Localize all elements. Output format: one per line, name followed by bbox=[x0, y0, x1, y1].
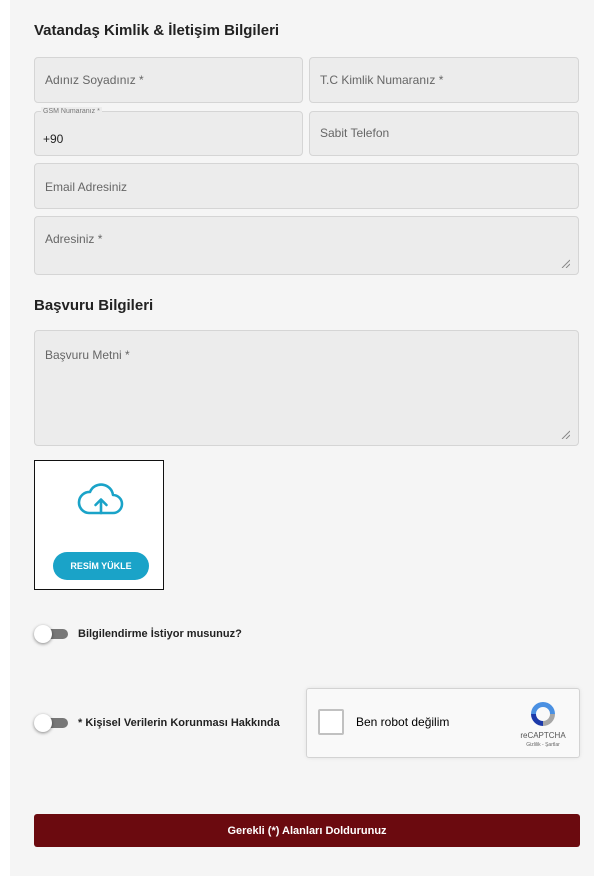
gsm-input[interactable]: GSM Numaranız * +90 bbox=[34, 107, 303, 156]
application-text-placeholder: Başvuru Metni * bbox=[45, 348, 130, 362]
kvkk-toggle[interactable] bbox=[34, 714, 70, 732]
tc-number-placeholder: T.C Kimlik Numaranız * bbox=[320, 73, 444, 87]
cloud-upload-icon bbox=[77, 483, 124, 515]
submit-button[interactable]: Gerekli (*) Alanları Doldurunuz bbox=[34, 814, 580, 847]
full-name-input[interactable]: Adınız Soyadınız * bbox=[34, 57, 303, 103]
notification-toggle-label: Bilgilendirme İstiyor musunuz? bbox=[78, 628, 242, 640]
resize-handle-icon[interactable] bbox=[560, 258, 570, 268]
recaptcha-checkbox[interactable] bbox=[318, 709, 344, 735]
section-title-application: Başvuru Bilgileri bbox=[34, 297, 154, 314]
full-name-placeholder: Adınız Soyadınız * bbox=[45, 73, 144, 87]
notification-toggle-row: Bilgilendirme İstiyor musunuz? bbox=[34, 625, 242, 643]
upload-image-button[interactable]: RESİM YÜKLE bbox=[53, 552, 149, 580]
recaptcha-label: Ben robot değilim bbox=[356, 715, 450, 729]
tc-number-input[interactable]: T.C Kimlik Numaranız * bbox=[309, 57, 579, 103]
notification-toggle[interactable] bbox=[34, 625, 70, 643]
image-upload-box[interactable]: RESİM YÜKLE bbox=[34, 460, 164, 590]
toggle-knob bbox=[34, 625, 52, 643]
landline-placeholder: Sabit Telefon bbox=[320, 126, 390, 140]
kvkk-toggle-label: * Kişisel Verilerin Korunması Hakkında bbox=[78, 717, 280, 729]
address-placeholder: Adresiniz * bbox=[45, 232, 103, 246]
application-text-textarea[interactable]: Başvuru Metni * bbox=[34, 330, 579, 446]
recaptcha-logo-icon bbox=[531, 702, 555, 726]
recaptcha-brand: reCAPTCHA bbox=[520, 731, 566, 740]
section-title-identity: Vatandaş Kimlik & İletişim Bilgileri bbox=[34, 22, 280, 39]
landline-input[interactable]: Sabit Telefon bbox=[309, 111, 579, 156]
recaptcha-terms-link[interactable]: Gizlilik - Şartlar bbox=[510, 742, 576, 748]
kvkk-toggle-row: * Kişisel Verilerin Korunması Hakkında bbox=[34, 714, 280, 732]
email-placeholder: Email Adresiniz bbox=[45, 180, 128, 194]
resize-handle-icon[interactable] bbox=[560, 429, 570, 439]
gsm-value: +90 bbox=[43, 132, 64, 146]
gsm-legend: GSM Numaranız * bbox=[41, 107, 102, 116]
recaptcha-widget: Ben robot değilim reCAPTCHA Gizlilik - Ş… bbox=[306, 688, 580, 758]
toggle-knob bbox=[34, 714, 52, 732]
address-textarea[interactable]: Adresiniz * bbox=[34, 216, 579, 275]
email-input[interactable]: Email Adresiniz bbox=[34, 163, 579, 209]
